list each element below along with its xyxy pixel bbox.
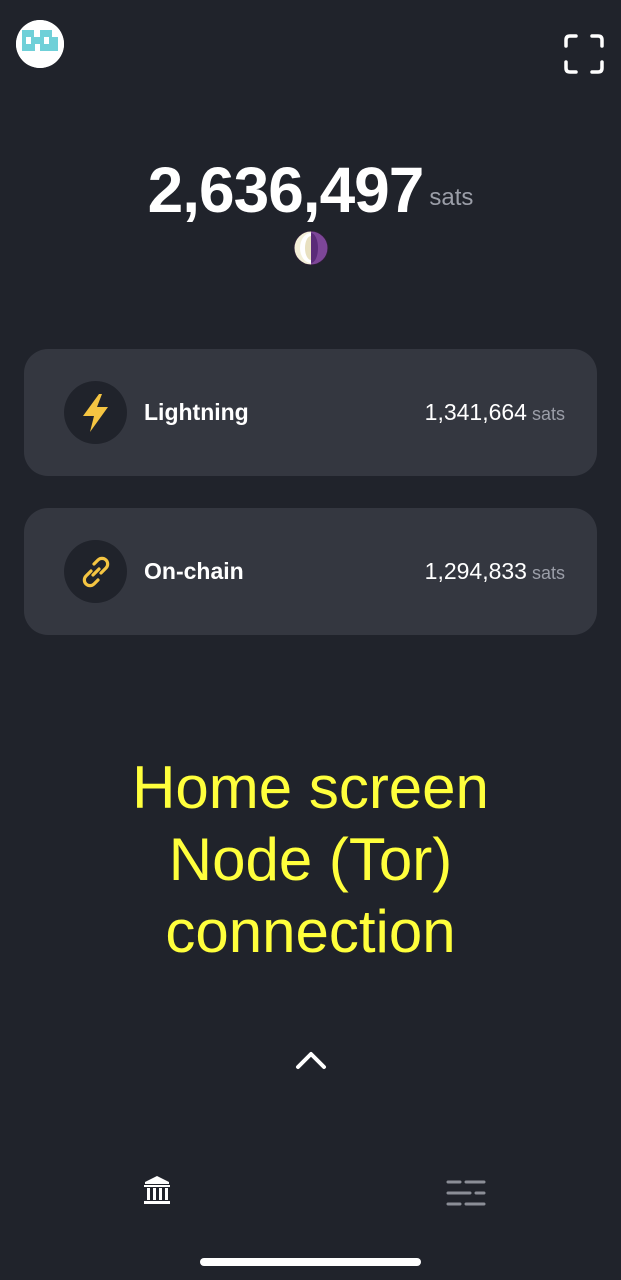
onchain-unit: sats: [531, 563, 565, 583]
home-indicator[interactable]: [200, 1258, 421, 1266]
onchain-icon-container: [64, 540, 127, 603]
chevron-up-icon: [296, 1052, 326, 1069]
lightning-unit: sats: [531, 404, 565, 424]
caption-line-3: connection: [165, 898, 456, 965]
caption-line-1: Home screen: [132, 754, 489, 821]
lightning-bolt-icon: [82, 393, 108, 432]
tab-activity[interactable]: [440, 1170, 492, 1216]
onchain-balance: 1,294,833 sats: [425, 556, 565, 588]
identicon-icon: [16, 20, 64, 68]
lightning-amount: 1,341,664: [424, 399, 527, 425]
total-balance[interactable]: 2,636,497 sats: [0, 148, 621, 226]
chain-link-icon: [82, 556, 109, 587]
balance-unit: sats: [429, 184, 474, 211]
expand-transactions-button[interactable]: [290, 1042, 332, 1078]
lightning-icon-container: [64, 381, 127, 444]
bank-icon: [144, 1176, 170, 1204]
tor-status-icon: [293, 230, 329, 266]
lightning-balance: 1,341,664 sats: [425, 397, 565, 429]
list-icon: [446, 1180, 486, 1206]
lightning-label: Lightning: [144, 399, 249, 425]
scan-button[interactable]: [560, 30, 608, 78]
tor-onion-icon[interactable]: [292, 229, 330, 267]
lightning-account-card[interactable]: Lightning 1,341,664 sats: [24, 349, 597, 476]
onchain-label: On-chain: [144, 558, 244, 584]
tab-wallet[interactable]: [134, 1170, 180, 1216]
qr-scan-icon: [564, 34, 604, 74]
wallet-home-screen: 2,636,497 sats Lightning 1,341,664 sats: [0, 0, 621, 1280]
onchain-amount: 1,294,833: [424, 558, 527, 584]
avatar[interactable]: [16, 20, 64, 68]
overlay-caption: Home screen Node (Tor) connection: [0, 752, 621, 968]
onchain-account-card[interactable]: On-chain 1,294,833 sats: [24, 508, 597, 635]
balance-amount: 2,636,497: [147, 154, 425, 226]
caption-line-2: Node (Tor): [168, 826, 453, 893]
